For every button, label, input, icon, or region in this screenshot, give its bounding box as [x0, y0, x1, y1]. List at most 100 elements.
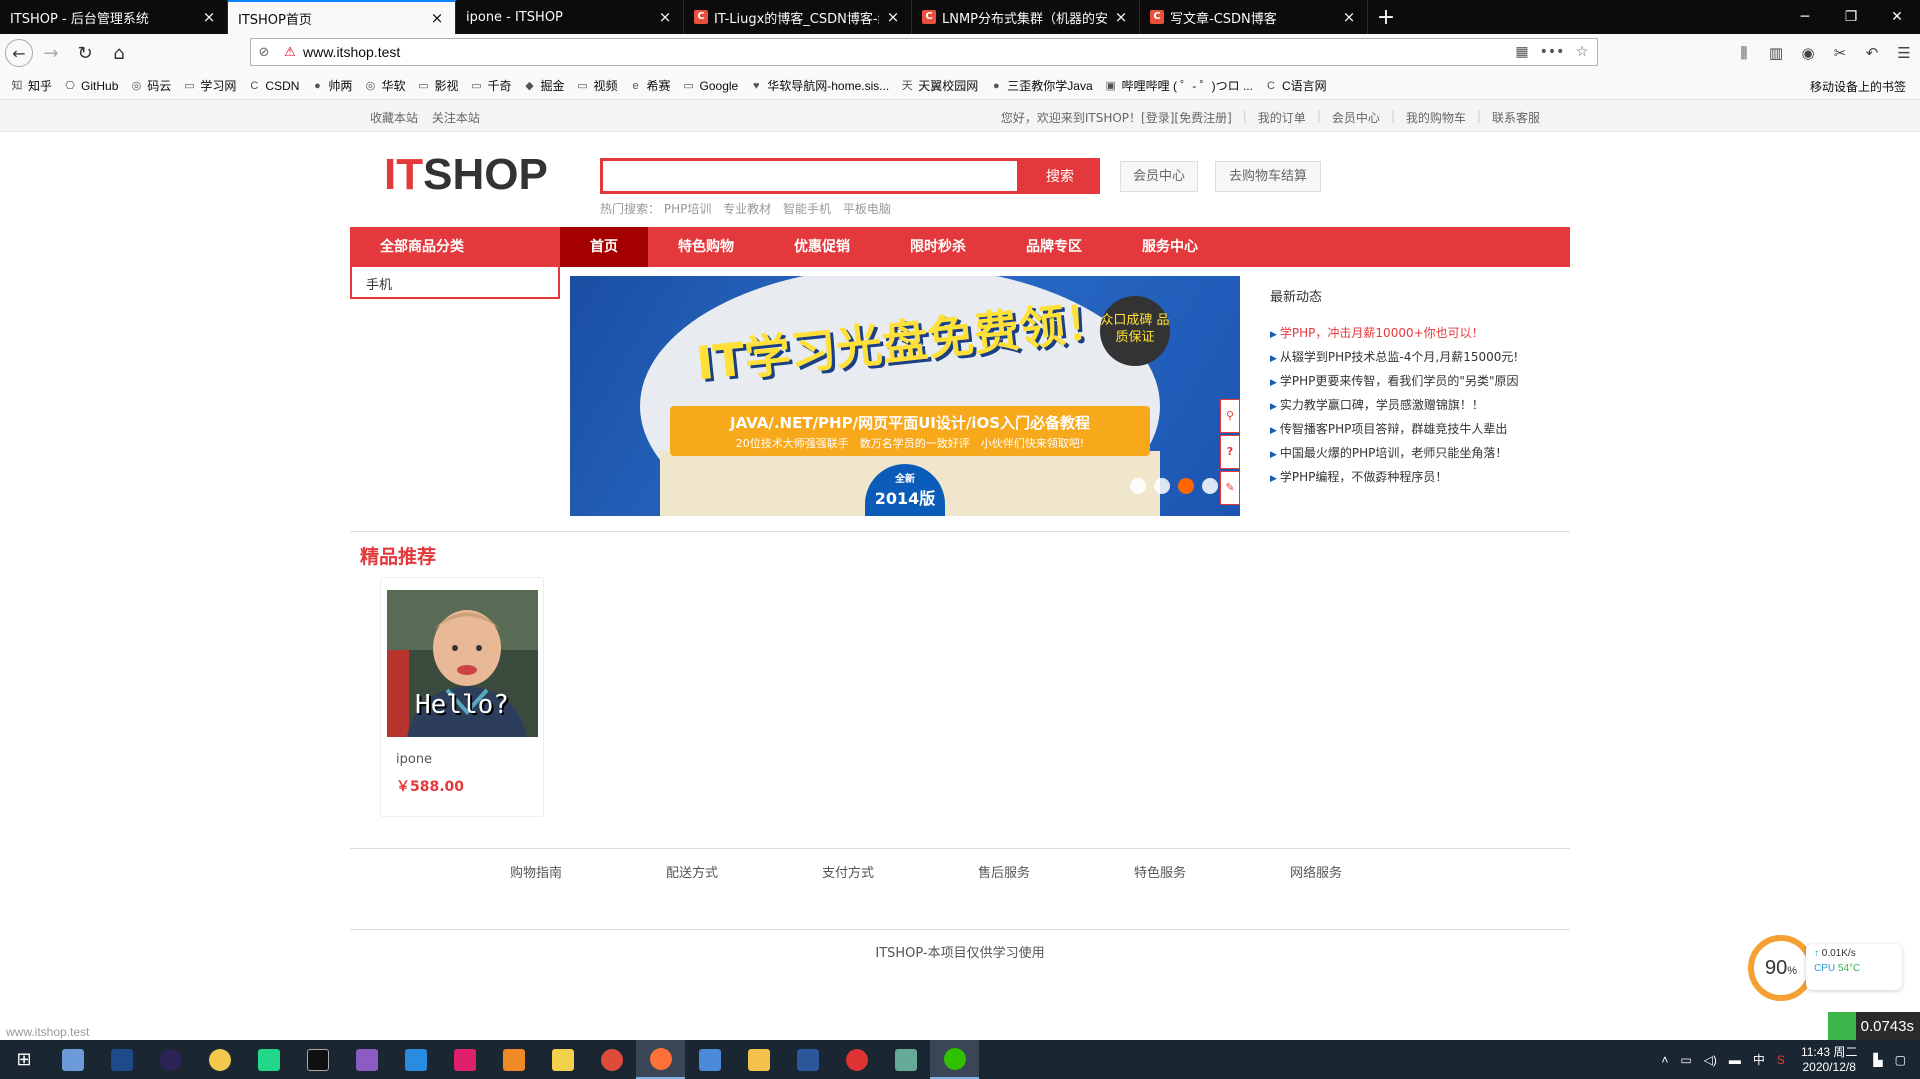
site-logo[interactable]: ITSHOP	[384, 150, 548, 200]
news-item[interactable]: 中国最火爆的PHP培训，老师只能坐角落！	[1270, 441, 1570, 465]
checkout-cart-button[interactable]: 去购物车结算	[1215, 161, 1321, 192]
search-icon[interactable]: ⚲	[1220, 399, 1240, 433]
footer-link[interactable]: 配送方式	[666, 862, 822, 881]
bookmark-item[interactable]: ♥ 华软导航网-home.sis...	[749, 77, 889, 94]
footer-link[interactable]: 售后服务	[978, 862, 1134, 881]
browser-tab-active[interactable]: ITSHOP首页 ×	[228, 0, 456, 34]
nav-item[interactable]: 限时秒杀	[880, 227, 996, 267]
close-icon[interactable]: ×	[1341, 8, 1357, 26]
windows-start-icon[interactable]: ⊞	[0, 1040, 48, 1079]
network-icon[interactable]: ▭	[1680, 1053, 1691, 1067]
taskbar-app-tool-icon[interactable]	[881, 1040, 930, 1079]
taskbar-app-snail-icon[interactable]	[832, 1040, 881, 1079]
taskbar-app-3d-icon[interactable]	[48, 1040, 97, 1079]
taskbar-app-xshell-icon[interactable]	[685, 1040, 734, 1079]
account-icon[interactable]: ◉	[1792, 44, 1824, 62]
restore-icon[interactable]: ❐	[1828, 0, 1874, 34]
product-image[interactable]: Hello?	[387, 590, 538, 737]
news-item[interactable]: 学PHP，冲击月薪10000+你也可以！	[1270, 321, 1570, 345]
bookmark-item[interactable]: 天天翼校园网	[900, 77, 979, 94]
menu-icon[interactable]: ☰	[1888, 44, 1920, 62]
category-item[interactable]: 手机	[366, 278, 392, 293]
member-center-link[interactable]: 会员中心	[1332, 109, 1380, 126]
news-item[interactable]: 实力教学赢口碑，学员感激赠锦旗！！	[1270, 393, 1570, 417]
follow-site-link[interactable]: 关注本站	[432, 111, 480, 125]
tracking-icon[interactable]: ⊘	[251, 45, 277, 60]
bookmark-item[interactable]: ◆ 掘金	[522, 77, 564, 94]
carousel-dot[interactable]	[1154, 478, 1170, 494]
tray-up-icon[interactable]: ˄	[1661, 1053, 1668, 1067]
hot-term[interactable]: PHP培训	[664, 202, 712, 216]
taskbar-app-notes-icon[interactable]	[538, 1040, 587, 1079]
bookmark-item[interactable]: ▣ 哔哩哔哩 ( ゜- ゜)つロ ...	[1104, 77, 1253, 94]
hot-term[interactable]: 智能手机	[783, 202, 831, 216]
app-icon[interactable]: ▙	[1873, 1053, 1882, 1067]
bookmark-star-icon[interactable]: ☆	[1567, 44, 1597, 60]
bookmark-item[interactable]: C C语言网	[1264, 77, 1327, 94]
taskbar-app-vscode-icon[interactable]	[391, 1040, 440, 1079]
clock[interactable]: 11:43 周二 2020/12/8	[1801, 1045, 1857, 1075]
product-card[interactable]: Hello? ipone ￥588.00	[380, 577, 544, 817]
undo-icon[interactable]: ↶	[1856, 44, 1888, 62]
bookmark-item[interactable]: ▭ 学习网	[182, 77, 236, 94]
help-icon[interactable]: ?	[1220, 435, 1240, 469]
bookmark-item[interactable]: ⎔ GitHub	[63, 79, 118, 93]
bookmark-item[interactable]: ● 帅两	[310, 77, 352, 94]
taskbar-app-firefox-icon[interactable]	[636, 1040, 685, 1079]
bookmark-item[interactable]: C CSDN	[247, 79, 299, 93]
mobile-bookmarks[interactable]: 移动设备上的书签	[1810, 78, 1906, 95]
taskbar-app-wechat-icon[interactable]	[930, 1040, 979, 1079]
cpu-gauge[interactable]: 90%	[1748, 935, 1814, 1001]
bookmark-item[interactable]: ▭ 影视	[416, 77, 458, 94]
browser-tab[interactable]: C IT-Liugx的博客_CSDN博客-编... ×	[684, 0, 912, 34]
bookmark-item[interactable]: ◎ 码云	[129, 77, 172, 94]
ime-indicator[interactable]: 中	[1753, 1051, 1765, 1068]
carousel-dot-active[interactable]	[1178, 478, 1194, 494]
taskbar-app-chrome-icon[interactable]	[587, 1040, 636, 1079]
url-input[interactable]	[303, 44, 1507, 60]
close-icon[interactable]: ×	[429, 9, 445, 27]
browser-tab[interactable]: ipone - ITSHOP ×	[456, 0, 684, 34]
footer-link[interactable]: 购物指南	[510, 862, 666, 881]
news-item[interactable]: 从辍学到PHP技术总监-4个月,月薪15000元!	[1270, 345, 1570, 369]
close-icon[interactable]: ×	[1113, 8, 1129, 26]
bookmark-item[interactable]: ● 三歪教你学Java	[989, 77, 1093, 94]
nav-item[interactable]: 服务中心	[1112, 227, 1228, 267]
edit-icon[interactable]: ✎	[1220, 471, 1240, 505]
close-icon[interactable]: ×	[201, 8, 217, 26]
taskbar-app-devcpp-icon[interactable]	[97, 1040, 146, 1079]
back-icon[interactable]: ←	[5, 39, 33, 67]
news-item[interactable]: 学PHP更要来传智，看我们学员的"另类"原因	[1270, 369, 1570, 393]
sogou-icon[interactable]: S	[1777, 1053, 1785, 1067]
library-icon[interactable]: ⫼	[1728, 44, 1760, 62]
browser-tab[interactable]: C LNMP分布式集群（机器的安... ×	[912, 0, 1140, 34]
member-center-button[interactable]: 会员中心	[1120, 161, 1198, 192]
search-input[interactable]	[600, 158, 1020, 194]
battery-icon[interactable]: ▬	[1729, 1053, 1741, 1067]
close-window-icon[interactable]: ✕	[1874, 0, 1920, 34]
bookmark-site-link[interactable]: 收藏本站	[370, 111, 418, 125]
url-bar[interactable]: ⊘ ⚠ ▦ ••• ☆	[250, 38, 1598, 66]
minimize-icon[interactable]: ─	[1782, 0, 1828, 34]
taskbar-app-navicat-icon[interactable]	[195, 1040, 244, 1079]
news-item[interactable]: 学PHP编程，不做孬种程序员！	[1270, 465, 1570, 489]
volume-icon[interactable]: ◁)	[1704, 1053, 1717, 1067]
perf-box[interactable]: ↑ 0.01K/s CPU 54°C	[1806, 944, 1902, 990]
insecure-icon[interactable]: ⚠	[277, 45, 303, 60]
news-item[interactable]: 传智播客PHP项目答辩，群雄竞技牛人辈出	[1270, 417, 1570, 441]
new-tab-button[interactable]: +	[1368, 0, 1404, 34]
taskbar-app-vs-icon[interactable]	[342, 1040, 391, 1079]
search-button[interactable]: 搜索	[1020, 158, 1100, 194]
screenshot-icon[interactable]: ✂	[1824, 44, 1856, 62]
taskbar-app-word-icon[interactable]	[783, 1040, 832, 1079]
bookmark-item[interactable]: e 希赛	[629, 77, 670, 94]
nav-item[interactable]: 特色购物	[648, 227, 764, 267]
nav-item[interactable]: 首页	[560, 227, 648, 267]
taskbar-app-idea-icon[interactable]	[440, 1040, 489, 1079]
qr-code-icon[interactable]: ▦	[1507, 44, 1537, 60]
contact-service-link[interactable]: 联系客服	[1492, 109, 1540, 126]
product-name[interactable]: ipone	[396, 752, 432, 767]
carousel-dot[interactable]	[1130, 478, 1146, 494]
reload-icon[interactable]: ↻	[69, 38, 101, 68]
carousel-dot[interactable]	[1202, 478, 1218, 494]
